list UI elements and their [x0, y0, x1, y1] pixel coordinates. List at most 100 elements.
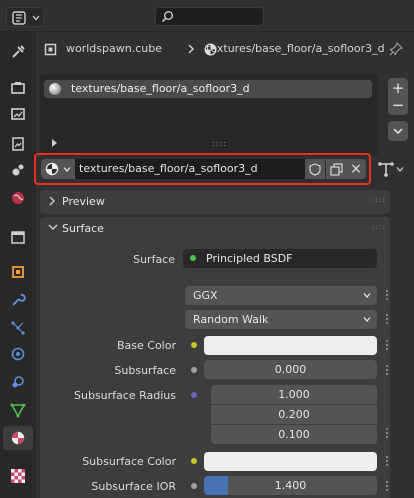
- subsurface-radius-z-value: 0.100: [278, 428, 310, 441]
- surface-panel-header[interactable]: Surface: [40, 217, 390, 241]
- subsurface-slider[interactable]: 0.000: [204, 360, 377, 379]
- distribution-dropdown[interactable]: GGX: [185, 286, 377, 305]
- color-socket-icon[interactable]: [191, 342, 197, 348]
- color-socket-icon[interactable]: [191, 458, 197, 464]
- kebab-menu-icon[interactable]: [386, 481, 389, 492]
- subsurface-radius-y[interactable]: 0.200: [211, 405, 377, 424]
- preview-panel[interactable]: Preview: [40, 190, 390, 214]
- material-icon: [11, 431, 25, 445]
- shader-socket-icon: [190, 255, 196, 261]
- world-icon: [12, 192, 24, 204]
- surface-label: Surface: [133, 253, 175, 266]
- panel-drag-grip[interactable]: ::::: [372, 196, 385, 204]
- kebab-menu-icon[interactable]: [386, 290, 389, 301]
- slider-fill: [204, 476, 229, 495]
- view-layer-icon: [12, 137, 24, 151]
- subsurface-label: Subsurface: [114, 364, 176, 377]
- subsurface-value: 0.000: [274, 363, 307, 376]
- kebab-menu-icon[interactable]: [386, 340, 389, 351]
- subsurface-radius-x-value: 1.000: [278, 388, 310, 401]
- material-sphere-icon: [49, 83, 61, 95]
- tab-constraints[interactable]: [6, 370, 30, 394]
- chevron-down-icon: [48, 224, 58, 230]
- resize-grip[interactable]: ::::: [212, 139, 227, 148]
- constraints-icon: [12, 376, 24, 388]
- tab-collection[interactable]: [6, 225, 30, 249]
- tab-world[interactable]: [6, 186, 30, 210]
- surface-shader-value: Principled BSDF: [206, 252, 293, 265]
- texture-icon: [11, 469, 25, 483]
- tab-tool[interactable]: [6, 40, 30, 64]
- tab-data[interactable]: [6, 398, 30, 422]
- breadcrumb-object: worldspawn.cube: [66, 42, 162, 55]
- highlight-box: [34, 153, 371, 185]
- tab-physics[interactable]: [6, 342, 30, 366]
- object-data-icon: [44, 43, 57, 56]
- tab-modifiers[interactable]: [6, 288, 30, 312]
- tab-object[interactable]: [6, 260, 30, 284]
- subsurface-ior-slider[interactable]: 1.400: [204, 476, 377, 495]
- search-icon: [161, 11, 173, 23]
- breadcrumb-material: textures/base_floor/a_sofloor3_d: [206, 42, 385, 55]
- render-icon: [11, 82, 25, 94]
- properties-tabs: [0, 32, 36, 498]
- kebab-menu-icon[interactable]: [386, 456, 389, 467]
- tab-render[interactable]: [6, 76, 30, 100]
- chevron-right-icon: [188, 44, 195, 54]
- subsurface-method-value: Random Walk: [193, 313, 269, 326]
- wrench-icon: [12, 293, 26, 306]
- properties-editor-icon: [12, 11, 26, 25]
- chevron-down-icon: [363, 317, 371, 322]
- subsurface-radius-y-value: 0.200: [278, 408, 310, 421]
- material-link-icon[interactable]: [377, 160, 395, 178]
- subsurface-radius-z[interactable]: 0.100: [211, 425, 377, 444]
- tool-icon: [12, 45, 25, 58]
- base-color-label: Base Color: [116, 339, 176, 352]
- subsurface-radius-label: Subsurface Radius: [74, 389, 176, 402]
- distribution-value: GGX: [193, 289, 218, 302]
- vector-socket-icon[interactable]: [191, 392, 197, 398]
- value-socket-icon[interactable]: [191, 483, 197, 489]
- pin-icon[interactable]: [389, 42, 403, 56]
- tab-view-layer[interactable]: [6, 132, 30, 156]
- subsurface-radius-x[interactable]: 1.000: [211, 385, 377, 404]
- breadcrumb: worldspawn.cube textures/base_floor/a_so…: [40, 37, 410, 61]
- kebab-menu-icon[interactable]: [386, 428, 389, 439]
- output-icon: [11, 108, 25, 120]
- tab-output[interactable]: [6, 102, 30, 126]
- surface-shader-field[interactable]: Principled BSDF: [183, 249, 377, 268]
- chevron-down-icon: [396, 167, 404, 172]
- preview-panel-header[interactable]: Preview: [40, 190, 390, 214]
- tab-particles[interactable]: [6, 316, 30, 340]
- preview-panel-title: Preview: [62, 195, 105, 208]
- subsurface-color-label: Subsurface Color: [82, 455, 176, 468]
- chevron-down-icon: [32, 15, 40, 21]
- subsurface-ior-value: 1.400: [274, 479, 307, 492]
- subsurface-color-swatch[interactable]: [204, 452, 377, 471]
- kebab-menu-icon[interactable]: [386, 314, 389, 325]
- slot-specials-button[interactable]: [388, 121, 408, 141]
- physics-icon: [11, 347, 25, 361]
- chevron-down-icon: [363, 293, 371, 298]
- scene-icon: [12, 164, 24, 176]
- editor-type-dropdown[interactable]: [6, 7, 44, 27]
- expand-triangle-icon[interactable]: [51, 139, 58, 147]
- list-item[interactable]: textures/base_floor/a_sofloor3_d: [44, 80, 372, 98]
- subsurface-method-dropdown[interactable]: Random Walk: [185, 310, 377, 329]
- remove-slot-button[interactable]: −: [388, 95, 408, 115]
- panel-drag-grip[interactable]: ::::: [372, 223, 385, 231]
- tab-material[interactable]: [3, 426, 33, 450]
- tab-texture[interactable]: [6, 464, 30, 488]
- subsurface-ior-label: Subsurface IOR: [91, 480, 176, 493]
- collection-icon: [11, 231, 25, 244]
- base-color-swatch[interactable]: [204, 336, 377, 355]
- surface-panel-title: Surface: [62, 222, 104, 235]
- kebab-menu-icon[interactable]: [386, 365, 389, 376]
- value-socket-icon[interactable]: [191, 367, 197, 373]
- chevron-down-icon: [393, 128, 403, 135]
- particles-icon: [11, 321, 25, 335]
- tab-scene[interactable]: [6, 158, 30, 182]
- search-input[interactable]: [155, 7, 264, 26]
- object-icon: [12, 266, 24, 278]
- slot-item-label: textures/base_floor/a_sofloor3_d: [71, 82, 250, 95]
